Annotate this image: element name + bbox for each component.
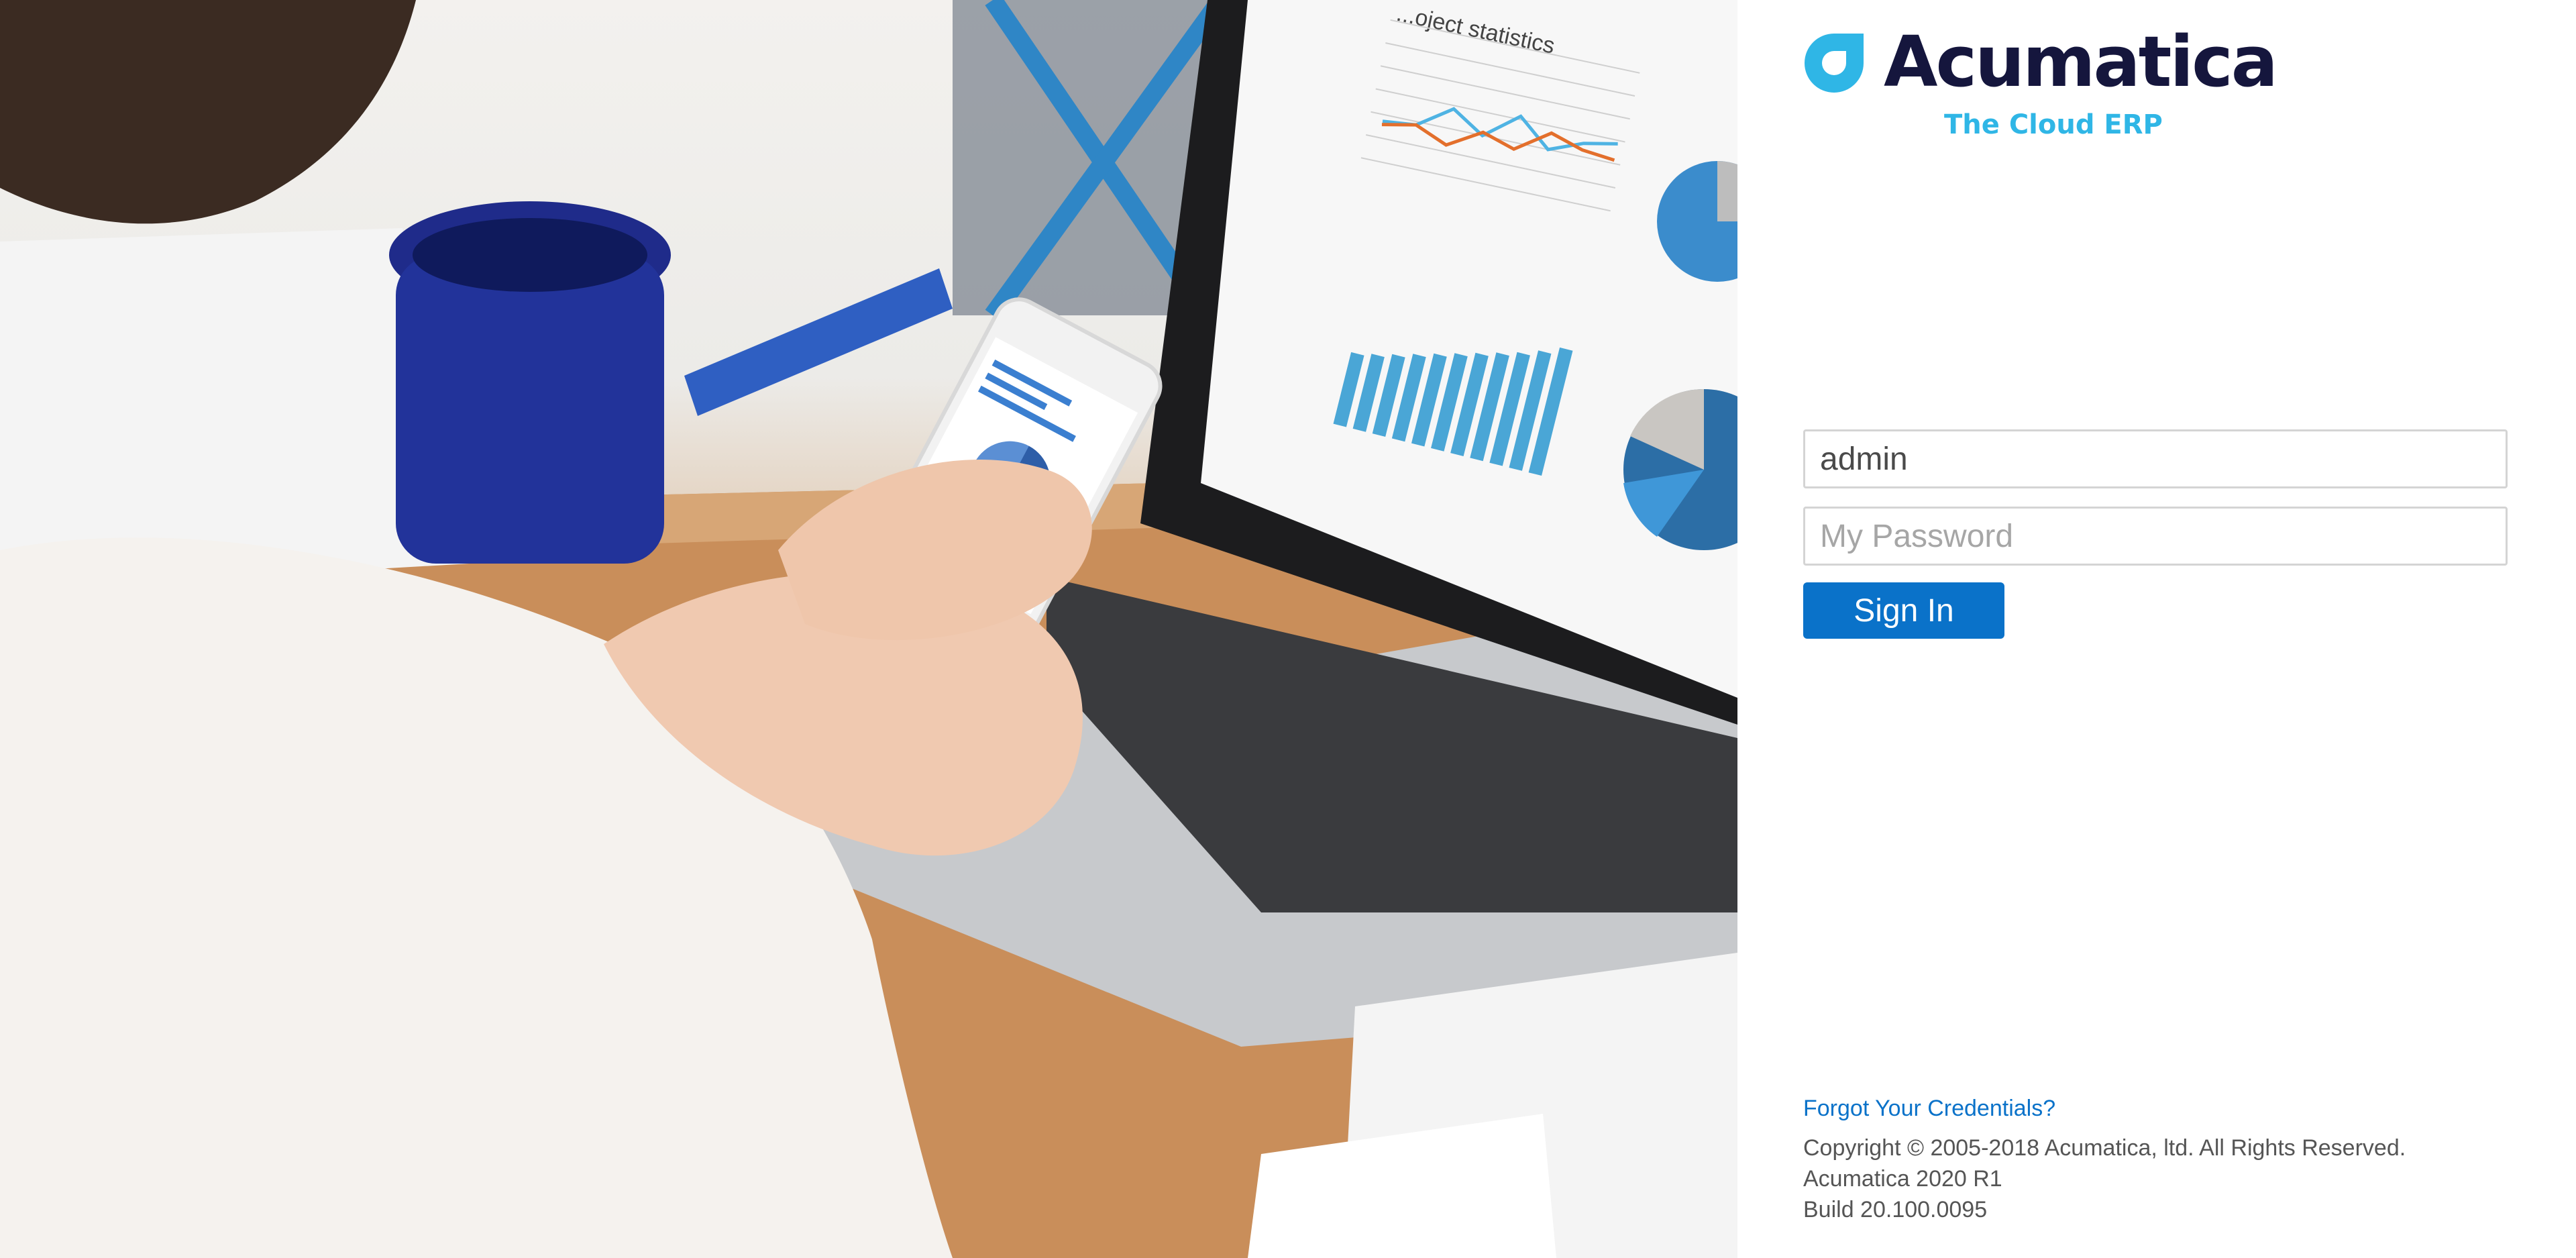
copyright-text: Copyright © 2005-2018 Acumatica, ltd. Al… bbox=[1803, 1135, 2406, 1161]
speech-bubble-logo-icon bbox=[1805, 34, 1864, 93]
forgot-credentials-link[interactable]: Forgot Your Credentials? bbox=[1803, 1096, 2055, 1122]
logo-tagline: The Cloud ERP bbox=[1944, 109, 2163, 140]
sign-in-button[interactable]: Sign In bbox=[1803, 582, 2004, 639]
build-text: Build 20.100.0095 bbox=[1803, 1197, 1988, 1222]
username-input[interactable] bbox=[1803, 429, 2508, 488]
hero-photo: ...oject statistics bbox=[0, 0, 1737, 1258]
login-panel: Acumatica The Cloud ERP Sign In Forgot Y… bbox=[1737, 0, 2576, 1258]
version-text: Acumatica 2020 R1 bbox=[1803, 1166, 2002, 1192]
password-input[interactable] bbox=[1803, 507, 2508, 566]
logo-wordmark: Acumatica bbox=[1884, 21, 2278, 103]
acumatica-logo: Acumatica The Cloud ERP bbox=[1803, 27, 2278, 146]
login-page: ...oject statistics Acumatica The Cloud … bbox=[0, 0, 2576, 1258]
hero-illustration: ...oject statistics bbox=[0, 0, 1737, 1258]
